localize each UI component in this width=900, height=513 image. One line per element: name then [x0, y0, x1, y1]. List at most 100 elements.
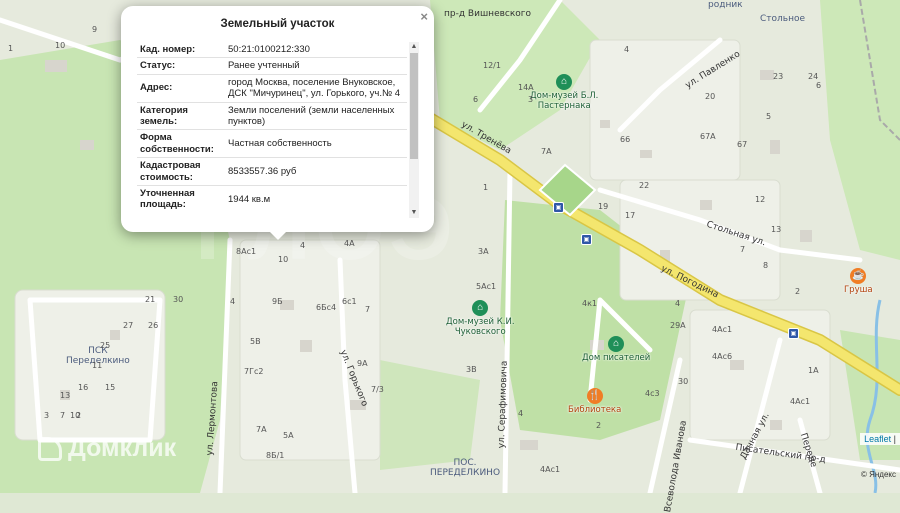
- house-number-label: 10: [278, 255, 289, 264]
- house-number-label: 5А: [283, 431, 294, 440]
- house-number-label: 24: [808, 72, 819, 81]
- house-number-label: 19: [598, 202, 609, 211]
- house-number-label: 15: [105, 383, 116, 392]
- street-label-vishnevsky: пр-д Вишневского: [444, 9, 532, 19]
- info-row: Статус: Ранее учтенный: [137, 57, 407, 75]
- house-number-label: 13: [60, 391, 71, 400]
- place-label-stolnoe: Стольное: [760, 14, 806, 24]
- watermark-text: Домклик: [68, 434, 177, 462]
- info-row-value: 8533557.36 руб: [225, 157, 407, 186]
- info-row-key: Кадастровая стоимость:: [137, 157, 225, 186]
- house-number-label: 29А: [670, 321, 686, 330]
- info-row: Форма собственности: Частная собственност…: [137, 129, 407, 158]
- house-number-label: 4А: [344, 239, 355, 248]
- house-number-label: 6: [816, 81, 822, 90]
- info-row-key: Статус:: [137, 57, 225, 75]
- house-number-label: 21: [145, 295, 156, 304]
- house-number-label: 4Ас1: [540, 465, 561, 474]
- house-number-label: 6Бс4: [316, 303, 337, 312]
- house-number-label: 3А: [478, 247, 489, 256]
- house-number-label: 25: [100, 341, 111, 350]
- house-number-label: 6: [473, 95, 479, 104]
- house-number-label: 4: [230, 297, 236, 306]
- house-number-label: 5: [766, 112, 772, 121]
- popup-scrollbar[interactable]: ▲ ▼: [409, 42, 419, 218]
- museum-icon: ⌂: [556, 74, 573, 90]
- house-number-label: 7А: [256, 425, 267, 434]
- house-number-label: 20: [705, 92, 716, 101]
- house-number-label: 4Ас6: [712, 352, 733, 361]
- house-number-label: 17: [625, 211, 636, 220]
- leaflet-link[interactable]: Leaflet: [864, 434, 891, 444]
- house-number-label: 8Ас1: [236, 247, 257, 256]
- scroll-down-arrow-icon[interactable]: ▼: [409, 208, 419, 218]
- poi-chukovsky[interactable]: ⌂ Дом-музей К.И. Чуковского: [446, 300, 515, 338]
- poi-grusha[interactable]: ☕ Груша: [844, 268, 873, 296]
- house-number-label: 11: [92, 361, 103, 370]
- house-number-label: 3В: [466, 365, 477, 374]
- house-number-label: 9А: [357, 359, 368, 368]
- house-number-label: 10: [55, 41, 66, 50]
- house-number-label: 8Б/1: [266, 451, 285, 460]
- attribution-separator: |: [893, 434, 896, 444]
- house-number-label: 27: [123, 321, 134, 330]
- poi-writers-house[interactable]: ⌂ Дом писателей: [582, 336, 650, 364]
- house-number-label: 5В: [250, 337, 261, 346]
- house-number-label: 3: [44, 411, 50, 420]
- house-number-label: 9Б: [272, 297, 283, 306]
- popup-title: Земельный участок: [220, 18, 335, 30]
- bus-stop-icon[interactable]: ▣: [581, 234, 592, 245]
- house-number-label: 4: [518, 409, 524, 418]
- house-number-label: 2: [596, 421, 602, 430]
- house-number-label: 7: [365, 305, 371, 314]
- house-number-label: 6с1: [342, 297, 357, 306]
- place-label-rodnik: родник: [708, 0, 743, 10]
- parcel-info-popup: × Земельный участок Кад. номер: 50:21:010…: [121, 6, 434, 232]
- house-number-label: 13: [771, 225, 782, 234]
- house-number-label: 4к1: [582, 299, 598, 308]
- house-number-label: 4Ас1: [790, 397, 811, 406]
- house-number-label: 1: [8, 44, 14, 53]
- house-number-label: 30: [678, 377, 689, 386]
- house-number-label: 7/3: [371, 385, 384, 394]
- house-number-label: 1: [483, 183, 489, 192]
- house-number-label: 30: [173, 295, 184, 304]
- info-row-value: город Москва, поселение Внуковское, ДСК …: [225, 73, 407, 103]
- map-attribution: Leaflet |: [860, 433, 900, 445]
- house-number-label: 4Ас1: [712, 325, 733, 334]
- scroll-up-arrow-icon[interactable]: ▲: [409, 42, 419, 52]
- poi-library[interactable]: 🍴 Библиотека: [568, 388, 621, 416]
- scrollbar-thumb[interactable]: [410, 53, 418, 159]
- house-number-label: 16: [78, 383, 89, 392]
- house-number-label: 7: [60, 411, 66, 420]
- museum-icon: ⌂: [608, 336, 625, 352]
- info-row-key: Адрес:: [137, 73, 225, 103]
- info-row: Кадастровая стоимость: 8533557.36 руб: [137, 157, 407, 186]
- house-number-label: 7А: [541, 147, 552, 156]
- house-number-label: 9: [92, 25, 98, 34]
- house-number-label: 4: [675, 299, 681, 308]
- info-row: Уточненная площадь: 1944 кв.м: [137, 184, 407, 213]
- house-number-label: 4: [624, 45, 630, 54]
- house-number-label: 7: [740, 245, 746, 254]
- bus-stop-icon[interactable]: ▣: [553, 202, 564, 213]
- house-number-label: 2: [795, 287, 801, 296]
- poi-label: Библиотека: [568, 405, 622, 415]
- info-row: Адрес: город Москва, поселение Внуковское…: [137, 73, 407, 103]
- popup-scroll-area[interactable]: Кад. номер: 50:21:0100212:330 Статус: Ранее…: [137, 42, 419, 218]
- bus-stop-icon[interactable]: ▣: [788, 328, 799, 339]
- place-label-pos: ПОС. ПЕРЕДЕЛКИНО: [430, 458, 501, 479]
- cafe-icon: ☕: [850, 268, 867, 284]
- domclick-logo-icon: [38, 436, 62, 461]
- poi-pasternak[interactable]: ⌂ Дом-музей Б.Л. Пастернака: [530, 74, 598, 112]
- house-number-label: 1А: [808, 366, 819, 375]
- popup-tip: [268, 230, 288, 240]
- poi-label: Груша: [844, 285, 873, 295]
- house-number-label: 67А: [700, 132, 716, 141]
- info-row-value: 50:21:0100212:330: [228, 44, 310, 55]
- house-number-label: 12/1: [483, 61, 501, 70]
- house-number-label: 14А: [518, 83, 534, 92]
- house-number-label: 12: [755, 195, 766, 204]
- poi-label: Дом-музей К.И. Чуковского: [446, 317, 515, 337]
- poi-label: Дом писателей: [582, 353, 651, 363]
